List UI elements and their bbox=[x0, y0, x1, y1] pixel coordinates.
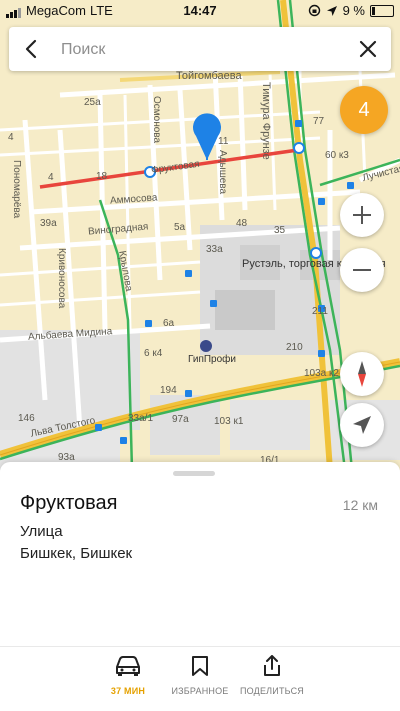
action-bar: 37 МИН ИЗБРАННОЕ ПОДЕЛИТЬСЯ bbox=[0, 646, 400, 711]
house-number: 194 bbox=[160, 385, 177, 396]
navigation-arrow-icon bbox=[353, 416, 371, 434]
rotation-lock-icon bbox=[308, 4, 320, 17]
place-card: Фруктовая 12 км Улица Бишкек, Бишкек 37 … bbox=[0, 462, 400, 711]
plus-icon bbox=[353, 206, 371, 224]
share-button[interactable]: ПОДЕЛИТЬСЯ bbox=[222, 655, 322, 696]
share-icon bbox=[264, 655, 280, 676]
zoom-out-button[interactable] bbox=[340, 248, 384, 292]
house-number: 6 к4 bbox=[144, 348, 163, 359]
house-number: 48 bbox=[236, 218, 248, 229]
minus-icon bbox=[353, 269, 371, 271]
house-number: 33а bbox=[206, 244, 223, 255]
map-label: Кривоносова bbox=[56, 248, 67, 309]
house-number: 60 к3 bbox=[325, 150, 349, 161]
map-label: Адышева bbox=[217, 150, 228, 195]
place-distance: 12 км bbox=[342, 497, 378, 513]
status-bar: MegaCom LTE 14:47 9 % bbox=[0, 0, 400, 22]
house-number: 39а bbox=[40, 218, 57, 229]
bookmark-icon bbox=[192, 656, 208, 676]
close-icon[interactable] bbox=[357, 38, 379, 60]
house-number: 103а к2 bbox=[304, 368, 339, 379]
house-number: 77 bbox=[313, 116, 325, 127]
house-number: 210 bbox=[286, 342, 303, 353]
house-number: 35 bbox=[274, 225, 286, 236]
house-number: 25а bbox=[84, 97, 101, 108]
search-input[interactable] bbox=[59, 35, 343, 65]
location-arrow-icon bbox=[326, 5, 337, 16]
sheet-handle[interactable] bbox=[173, 471, 215, 476]
compass-icon bbox=[358, 361, 366, 387]
place-title: Фруктовая bbox=[20, 492, 118, 514]
poi-gipprofi[interactable]: ГипПрофи bbox=[188, 354, 236, 365]
back-arrow-icon[interactable] bbox=[21, 38, 43, 60]
map-label: Тимура Фрунзе bbox=[260, 82, 272, 160]
traffic-level-button[interactable]: 4 bbox=[340, 86, 388, 134]
house-number: 5а bbox=[174, 222, 186, 233]
share-label: ПОДЕЛИТЬСЯ bbox=[240, 686, 304, 696]
house-number: 33а/1 bbox=[128, 413, 154, 424]
map-label: Осмонова bbox=[151, 96, 162, 144]
car-icon bbox=[116, 656, 140, 676]
house-number: 18 bbox=[96, 171, 108, 182]
house-number: 97а bbox=[172, 414, 189, 425]
compass-button[interactable] bbox=[340, 352, 384, 396]
battery-icon bbox=[370, 4, 394, 17]
house-number: 4 bbox=[8, 132, 14, 143]
house-number: 4 bbox=[48, 172, 54, 183]
search-bar bbox=[9, 27, 391, 71]
place-location: Бишкек, Бишкек bbox=[20, 545, 133, 562]
my-location-button[interactable] bbox=[340, 403, 384, 447]
house-number: 11 bbox=[218, 136, 229, 147]
house-number: 6а bbox=[163, 318, 175, 329]
zoom-in-button[interactable] bbox=[340, 193, 384, 237]
house-number: 211 bbox=[312, 306, 328, 317]
map-label: Тойгомбаева bbox=[176, 70, 242, 82]
house-number: 146 bbox=[18, 413, 35, 424]
battery-percent: 9 % bbox=[342, 3, 365, 18]
place-type: Улица bbox=[20, 523, 63, 540]
house-number: 103 к1 bbox=[214, 416, 244, 427]
map-label: Пономарёва bbox=[11, 160, 22, 219]
